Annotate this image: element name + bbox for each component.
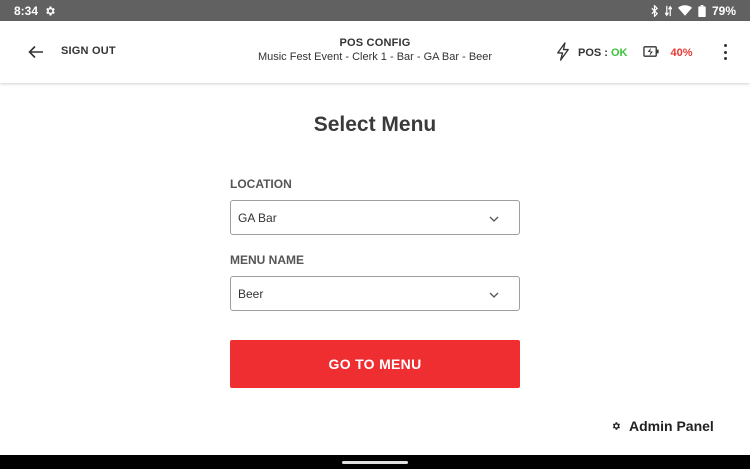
page-heading: Select Menu: [313, 113, 437, 136]
menu-name-select[interactable]: Beer: [230, 276, 520, 311]
settings-icon: [44, 5, 56, 17]
back-arrow-icon[interactable]: [26, 43, 46, 61]
lightning-icon: [556, 42, 570, 64]
battery-charging-icon: [643, 45, 660, 61]
chevron-down-icon: [489, 211, 499, 225]
go-to-menu-button[interactable]: GO TO MENU: [230, 340, 520, 388]
location-value: GA Bar: [238, 210, 277, 225]
battery-percent: 79%: [711, 3, 736, 18]
pos-status: OK: [610, 47, 628, 59]
app-bar: SIGN OUT POS CONFIG Music Fest Event - C…: [0, 21, 750, 83]
page-title: POS CONFIG: [339, 37, 411, 49]
system-status-bar: 8:34 79%: [0, 0, 750, 21]
home-gesture-handle[interactable]: [342, 461, 408, 464]
bluetooth-icon: [650, 4, 659, 17]
page-header: POS CONFIG Music Fest Event - Clerk 1 - …: [200, 37, 550, 63]
location-select[interactable]: GA Bar: [230, 200, 520, 235]
device-battery-percent: 40%: [670, 47, 693, 59]
admin-panel-label: Admin Panel: [629, 418, 714, 434]
connection-status: POS : OK 40%: [556, 42, 692, 64]
menu-name-value: Beer: [238, 286, 264, 301]
gear-icon: [611, 418, 621, 434]
page-subtitle: Music Fest Event - Clerk 1 - Bar - GA Ba…: [257, 51, 493, 63]
admin-panel-link[interactable]: Admin Panel: [611, 418, 714, 434]
chevron-down-icon: [489, 287, 499, 301]
battery-icon: [698, 4, 706, 17]
more-vert-icon[interactable]: [718, 42, 732, 62]
sign-out-button[interactable]: SIGN OUT: [61, 45, 116, 57]
clock: 8:34: [14, 3, 39, 18]
menu-name-label: MENU NAME: [230, 253, 304, 267]
wifi-icon: [677, 5, 692, 16]
system-navigation-bar: [0, 455, 750, 469]
pos-label: POS :: [578, 47, 608, 59]
location-label: LOCATION: [230, 177, 292, 191]
data-transfer-icon: [664, 5, 672, 17]
